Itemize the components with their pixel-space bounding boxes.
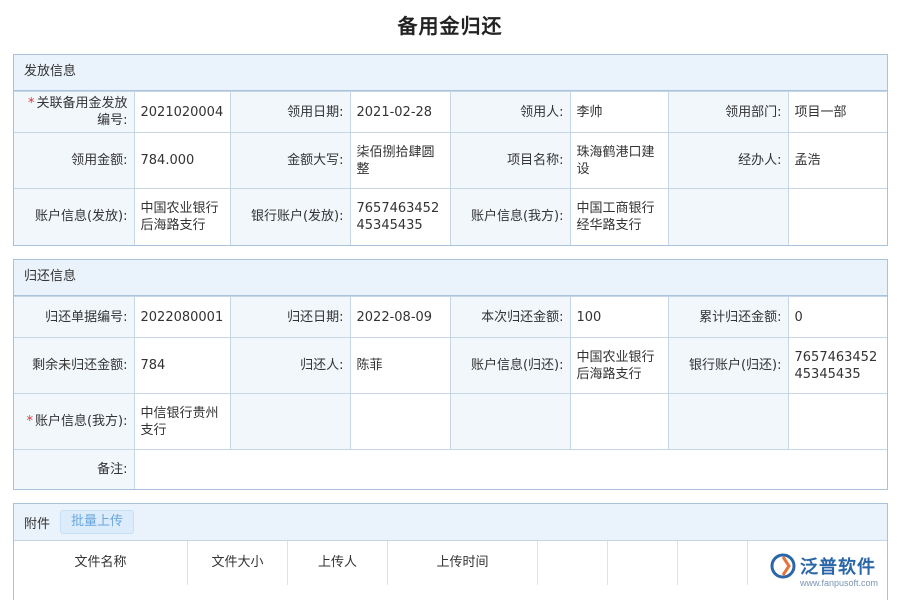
required-marker: * — [26, 414, 33, 429]
returner-label: 归还人: — [229, 337, 351, 394]
issue-bank-account-field[interactable]: 765746345245345435 — [349, 188, 451, 245]
empty-label-cell — [449, 393, 571, 450]
remark-label: 备注: — [14, 449, 135, 489]
form-row: 剩余未归还金额: 784 归还人: 陈菲 账户信息(归还): 中国农业银行后海路… — [14, 337, 887, 394]
return-info-form: 归还单据编号: 2022080001 归还日期: 2022-08-09 本次归还… — [14, 296, 887, 489]
form-row: * 关联备用金发放编号: 2021020004 领用日期: 2021-02-28 … — [14, 91, 887, 133]
issue-info-section: 发放信息 * 关联备用金发放编号: 2021020004 领用日期: 2021-0… — [13, 54, 888, 246]
required-marker: * — [27, 96, 35, 111]
amount-in-words-label: 金额大写: — [229, 132, 351, 189]
column-header-upload-time: 上传时间 — [388, 541, 538, 585]
empty-value-cell — [787, 393, 887, 450]
empty-label-cell — [229, 393, 351, 450]
empty-value-cell — [349, 393, 451, 450]
column-header-file-name: 文件名称 — [14, 541, 188, 585]
related-issue-no-label: * 关联备用金发放编号: — [14, 91, 135, 133]
return-info-header: 归还信息 — [14, 260, 887, 296]
form-row: 账户信息(发放): 中国农业银行后海路支行 银行账户(发放): 76574634… — [14, 188, 887, 245]
remaining-amount-label: 剩余未归还金额: — [14, 337, 135, 394]
return-account-label: 账户信息(归还): — [449, 337, 571, 394]
form-row: 归还单据编号: 2022080001 归还日期: 2022-08-09 本次归还… — [14, 296, 887, 338]
receive-dept-field[interactable]: 项目一部 — [787, 91, 887, 133]
empty-label-cell — [667, 393, 789, 450]
current-return-amount-field[interactable]: 100 — [569, 296, 669, 338]
returner-field[interactable]: 陈菲 — [349, 337, 451, 394]
issue-account-field[interactable]: 中国农业银行后海路支行 — [133, 188, 231, 245]
form-row: * 账户信息(我方): 中信银行贵州支行 — [14, 393, 887, 450]
return-account-field[interactable]: 中国农业银行后海路支行 — [569, 337, 669, 394]
column-header-empty — [538, 541, 608, 585]
receive-dept-label: 领用部门: — [667, 91, 789, 133]
batch-upload-button[interactable]: 批量上传 — [60, 510, 135, 534]
receiver-field[interactable]: 李帅 — [569, 91, 669, 133]
column-header-empty — [608, 541, 678, 585]
our-account-field[interactable]: 中信银行贵州支行 — [133, 393, 231, 450]
project-name-label: 项目名称: — [449, 132, 571, 189]
form-row: 领用金额: 784.000 金额大写: 柒佰捌拾肆圆整 项目名称: 珠海鹤港口建… — [14, 132, 887, 189]
return-info-section: 归还信息 归还单据编号: 2022080001 归还日期: 2022-08-09… — [13, 259, 888, 490]
issue-bank-account-label: 银行账户(发放): — [229, 188, 351, 245]
our-account-label: * 账户信息(我方): — [14, 393, 135, 450]
remaining-amount-field[interactable]: 784 — [133, 337, 231, 394]
empty-value-cell — [569, 393, 669, 450]
current-return-amount-label: 本次归还金额: — [449, 296, 571, 338]
receive-amount-label: 领用金额: — [14, 132, 135, 189]
attachments-table-header: 文件名称 文件大小 上传人 上传时间 — [14, 541, 887, 585]
total-returned-amount-label: 累计归还金额: — [667, 296, 789, 338]
return-date-field[interactable]: 2022-08-09 — [349, 296, 451, 338]
page-title: 备用金归还 — [397, 14, 503, 38]
total-returned-amount-field[interactable]: 0 — [787, 296, 887, 338]
column-header-uploader: 上传人 — [288, 541, 388, 585]
receive-date-field[interactable]: 2021-02-28 — [349, 91, 451, 133]
related-issue-no-field[interactable]: 2021020004 — [133, 91, 231, 133]
return-date-label: 归还日期: — [229, 296, 351, 338]
column-header-file-size: 文件大小 — [188, 541, 288, 585]
receiver-label: 领用人: — [449, 91, 571, 133]
empty-value-cell — [787, 188, 887, 245]
brand-logo: 泛普软件 www.fanpusoft.com — [770, 551, 896, 597]
return-bank-account-label: 银行账户(归还): — [667, 337, 789, 394]
attachments-section: 附件 批量上传 文件名称 文件大小 上传人 上传时间 — [13, 503, 888, 600]
handler-field[interactable]: 孟浩 — [787, 132, 887, 189]
amount-in-words-field[interactable]: 柒佰捌拾肆圆整 — [349, 132, 451, 189]
return-bank-account-field[interactable]: 765746345245345435 — [787, 337, 887, 394]
return-doc-no-field[interactable]: 2022080001 — [133, 296, 231, 338]
project-name-field[interactable]: 珠海鹤港口建设 — [569, 132, 669, 189]
handler-label: 经办人: — [667, 132, 789, 189]
attachments-header: 附件 批量上传 — [14, 504, 887, 541]
issue-info-header: 发放信息 — [14, 55, 887, 91]
logo-url: www.fanpusoft.com — [800, 578, 879, 588]
attachments-title: 附件 — [24, 516, 51, 532]
logo-name: 泛普软件 — [800, 557, 876, 578]
logo-mark-icon — [770, 553, 796, 579]
issue-info-form: * 关联备用金发放编号: 2021020004 领用日期: 2021-02-28 … — [14, 91, 887, 245]
issue-account-label: 账户信息(发放): — [14, 188, 135, 245]
remark-field[interactable] — [133, 449, 887, 489]
column-header-empty — [678, 541, 748, 585]
our-account-field[interactable]: 中国工商银行经华路支行 — [569, 188, 669, 245]
return-doc-no-label: 归还单据编号: — [14, 296, 135, 338]
receive-amount-field[interactable]: 784.000 — [133, 132, 231, 189]
empty-label-cell — [667, 188, 789, 245]
our-account-label: 账户信息(我方): — [449, 188, 571, 245]
receive-date-label: 领用日期: — [229, 91, 351, 133]
form-row: 备注: — [14, 449, 887, 489]
